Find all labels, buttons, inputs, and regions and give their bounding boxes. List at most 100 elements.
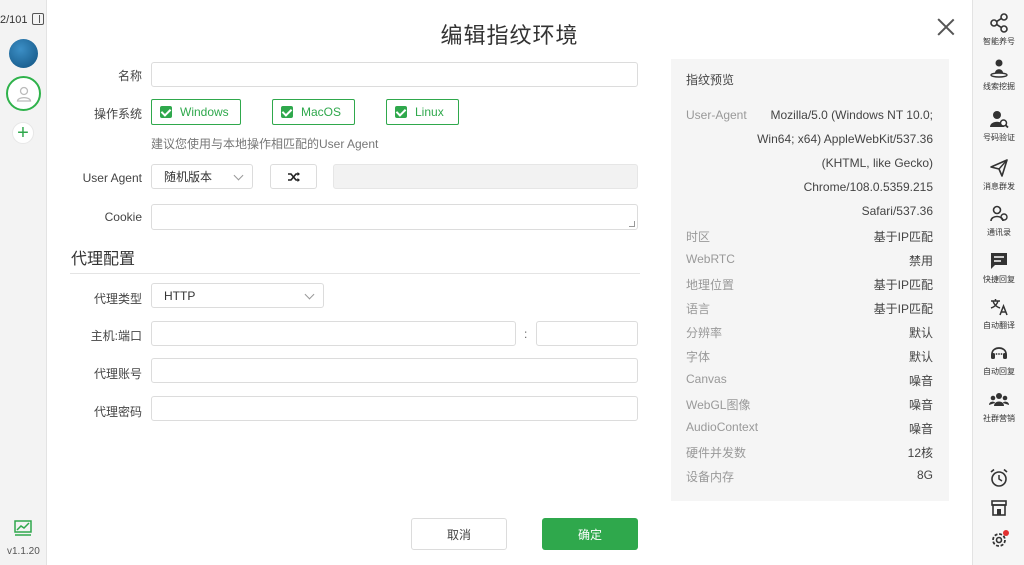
contacts-icon	[990, 205, 1008, 222]
shuffle-button[interactable]	[270, 164, 317, 189]
ua-version-select[interactable]: 随机版本	[151, 164, 253, 189]
cookie-label: Cookie	[104, 210, 142, 224]
rail-item-bulk-message[interactable]: 消息群发	[973, 158, 1024, 192]
rail-item-quick-reply[interactable]: 快捷回复	[973, 251, 1024, 285]
cancel-button[interactable]: 取消	[411, 518, 507, 550]
preview-key: 时区	[686, 230, 711, 244]
preview-key: 分辨率	[686, 326, 723, 340]
preview-value: 噪音	[908, 374, 933, 388]
map-pin-user-icon	[990, 59, 1008, 78]
os-option-label: Linux	[415, 105, 444, 119]
os-option-macos[interactable]: MacOS	[272, 99, 355, 125]
send-icon	[990, 159, 1008, 177]
proxy-password-input[interactable]	[151, 396, 638, 421]
rail-item-contacts[interactable]: 通讯录	[973, 204, 1024, 238]
os-label: 操作系统	[93, 107, 142, 121]
rail-item-community-marketing[interactable]: 社群营销	[973, 390, 1024, 424]
dialog-title: 编辑指纹环境	[440, 24, 579, 49]
preview-key: 设备内存	[686, 470, 735, 484]
os-option-linux[interactable]: Linux	[386, 99, 459, 125]
proxy-type-label: 代理类型	[93, 292, 142, 306]
preview-key: 语言	[686, 302, 711, 316]
os-hint: 建议您使用与本地操作相匹配的User Agent	[151, 137, 379, 151]
preview-value: 噪音	[908, 422, 933, 436]
preview-value: 默认	[908, 350, 933, 364]
fingerprint-preview-panel: 指纹预览 User-Agent Mozilla/5.0 (Windows NT …	[671, 59, 949, 501]
rail-item-label: 社群营销	[983, 414, 1015, 423]
close-icon[interactable]	[937, 18, 955, 36]
group-icon	[989, 393, 1009, 406]
rail-item-lead-mining[interactable]: 线索挖掘	[973, 58, 1024, 92]
shuffle-icon	[287, 171, 300, 182]
rail-item-label: 线索挖掘	[983, 82, 1015, 91]
rail-item-label: 消息群发	[983, 182, 1015, 191]
confirm-button[interactable]: 确定	[542, 518, 638, 550]
edit-fingerprint-dialog: 编辑指纹环境 名称 操作系统 Windows MacOS Linux 建议您使用…	[47, 0, 972, 565]
left-rail: 2/101 + v1.1.20	[0, 0, 47, 565]
preview-title: 指纹预览	[686, 73, 735, 87]
user-agent-label: User Agent	[82, 171, 142, 185]
collapse-panel-icon[interactable]	[32, 13, 44, 25]
section-divider	[70, 273, 640, 274]
preview-key: AudioContext	[686, 420, 759, 434]
store-icon[interactable]	[990, 499, 1008, 517]
preview-ua-line: Mozilla/5.0 (Windows NT 10.0;	[770, 108, 933, 122]
preview-key: Canvas	[686, 372, 727, 386]
headset-icon	[991, 347, 1007, 359]
checkbox-checked-icon	[281, 106, 293, 118]
checkbox-checked-icon	[160, 106, 172, 118]
os-option-label: Windows	[180, 105, 229, 119]
preview-value: 基于IP匹配	[873, 302, 933, 316]
cookie-textarea[interactable]	[151, 204, 638, 230]
host-input[interactable]	[151, 321, 516, 346]
proxy-type-select[interactable]: HTTP	[151, 283, 324, 308]
chevron-down-icon	[304, 289, 315, 300]
app-version: v1.1.20	[7, 546, 40, 557]
rail-item-auto-reply[interactable]: 自动回复	[973, 343, 1024, 377]
resize-handle-icon[interactable]	[629, 221, 635, 227]
preview-ua-line: Safari/537.36	[861, 204, 933, 218]
profile-counter: 2/101	[0, 14, 28, 26]
chevron-down-icon	[233, 170, 244, 181]
add-account-button[interactable]: +	[12, 122, 34, 144]
preview-key-user-agent: User-Agent	[686, 108, 747, 122]
rail-item-label: 智能养号	[983, 37, 1015, 46]
os-option-label: MacOS	[301, 105, 342, 119]
host-port-label: 主机:端口	[90, 329, 142, 343]
port-input[interactable]	[536, 321, 638, 346]
chart-icon[interactable]	[14, 520, 32, 536]
preview-value: 基于IP匹配	[873, 230, 933, 244]
rail-item-label: 号码验证	[983, 133, 1015, 142]
preview-ua-line: Chrome/108.0.5359.215	[803, 180, 933, 194]
user-search-icon	[990, 111, 1009, 129]
user-agent-field[interactable]	[333, 164, 638, 189]
name-input[interactable]	[151, 62, 638, 87]
proxy-type-value: HTTP	[164, 288, 196, 303]
rail-item-smart-nurture[interactable]: 智能养号	[973, 13, 1024, 47]
ua-version-value: 随机版本	[164, 170, 213, 184]
translate-icon	[990, 299, 1008, 316]
account-avatar[interactable]	[9, 39, 38, 68]
alarm-icon[interactable]	[990, 468, 1008, 488]
share-icon	[990, 13, 1008, 33]
preview-ua-line: Win64; x64) AppleWebKit/537.36	[757, 132, 933, 146]
user-avatar[interactable]	[6, 76, 41, 111]
preview-key: WebGL图像	[686, 398, 751, 412]
preview-ua-line: (KHTML, like Gecko)	[821, 156, 933, 170]
preview-key: 硬件并发数	[686, 446, 747, 460]
user-icon	[16, 86, 31, 102]
name-label: 名称	[117, 69, 142, 83]
preview-value: 禁用	[908, 254, 933, 268]
os-option-windows[interactable]: Windows	[151, 99, 241, 125]
rail-item-label: 自动翻译	[983, 321, 1015, 330]
notification-dot	[1003, 530, 1009, 536]
right-rail: 智能养号 线索挖掘 号码验证 消息群发 通讯录 快捷回复 自动翻译 自动回复 社…	[972, 0, 1024, 565]
preview-value: 8G	[916, 468, 933, 482]
rail-item-number-check[interactable]: 号码验证	[973, 109, 1024, 143]
rail-item-auto-translate[interactable]: 自动翻译	[973, 297, 1024, 331]
rail-item-label: 快捷回复	[983, 275, 1015, 284]
rail-item-label: 自动回复	[983, 367, 1015, 376]
preview-value: 12核	[907, 446, 933, 460]
preview-key: WebRTC	[686, 252, 735, 266]
proxy-account-input[interactable]	[151, 358, 638, 383]
